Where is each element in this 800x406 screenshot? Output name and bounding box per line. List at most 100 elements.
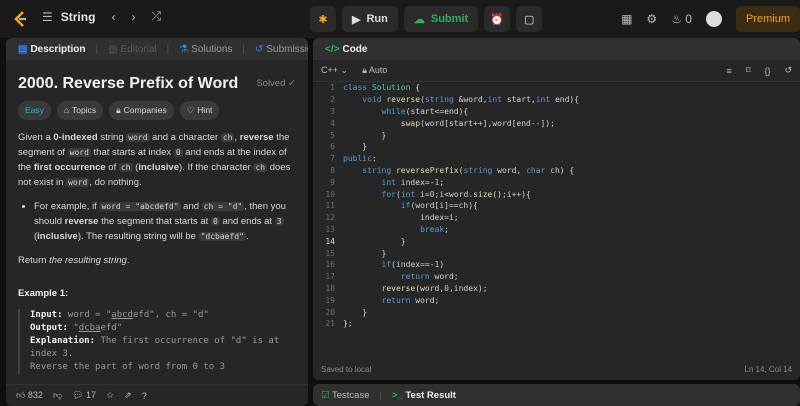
code-line[interactable]: 21}; [313, 318, 800, 330]
next-problem-icon[interactable]: › [131, 10, 135, 24]
code-line[interactable]: 13 break; [313, 224, 800, 236]
comments-button[interactable]: 💬︎ 17 [72, 390, 96, 401]
format-icon[interactable]: ≡ [727, 66, 732, 76]
topics-badge[interactable]: ⌂ Topics [56, 101, 104, 120]
problem-title-row: 2000. Reverse Prefix of Word Solved ✓ [18, 75, 296, 92]
code-line[interactable]: 10 for(int i=0;i<word.size();i++){ [313, 188, 800, 200]
tab-divider: | [379, 389, 382, 401]
code-line[interactable]: 19 return word; [313, 294, 800, 306]
code-line[interactable]: 1 class Solution { [313, 82, 800, 94]
submit-button[interactable]: ☁ Submit [403, 6, 479, 32]
inline-code: 0 [173, 148, 183, 157]
example-input: Input: word = "abcdefd", ch = "d" [30, 309, 296, 322]
debug-button[interactable]: ✱ [310, 6, 336, 32]
leetcode-logo-icon[interactable] [12, 10, 30, 28]
like-count: 832 [27, 390, 43, 400]
text: For example, if [34, 201, 100, 212]
code-line[interactable]: 16 if(index==-1) [313, 259, 800, 271]
text: and a character [149, 132, 221, 143]
code-line[interactable]: 12 index=i; [313, 212, 800, 224]
code-line[interactable]: 2 void reverse(string &word,int start,in… [313, 94, 800, 106]
settings-icon[interactable]: ⚙ [646, 12, 657, 26]
description-list: For example, if word = "abcdefd" and ch … [28, 199, 296, 244]
text: efd" [100, 323, 123, 333]
avatar[interactable] [705, 11, 722, 27]
problem-title: 2000. Reverse Prefix of Word [18, 75, 239, 92]
code-text: class Solution { [343, 83, 421, 93]
code-line[interactable]: 4 swap(word[start++],word[end--]); [313, 117, 800, 129]
code-line[interactable]: 11 if(word[i]==ch){ [313, 200, 800, 212]
auto-toggle[interactable]: 🔒︎ Auto [362, 65, 387, 76]
code-text: } [343, 130, 387, 140]
list-icon[interactable]: ☰ [42, 10, 53, 24]
run-button[interactable]: ▶ Run [342, 6, 398, 32]
example-output: Output: "dcbaefd" [30, 322, 296, 335]
shuffle-icon[interactable]: ⤮ [151, 9, 161, 24]
auto-label: Auto [368, 65, 388, 75]
code-editor[interactable]: 1 class Solution {2 void reverse(string &… [313, 82, 800, 337]
solutions-icon: ⚗ [179, 43, 189, 55]
timer-button[interactable]: ⏰ [484, 6, 511, 32]
badge-label: Topics [72, 105, 97, 115]
submissions-icon: ↺ [255, 43, 264, 55]
terminal-icon: >_ [391, 389, 403, 401]
tab-editorial[interactable]: ▥ Editorial [104, 44, 161, 55]
tab-solutions[interactable]: ⚗ Solutions [175, 44, 236, 55]
notes-button[interactable]: ▢ [516, 6, 543, 32]
code-line[interactable]: 20 } [313, 306, 800, 318]
list-item: For example, if word = "abcdefd" and ch … [34, 199, 296, 244]
language-label: C++ [321, 65, 339, 75]
help-icon[interactable]: ? [142, 391, 147, 401]
chevron-down-icon: ⌄ [340, 65, 349, 75]
description-footer: 👍︎ 832 👎︎ 💬︎ 17 ☆ ⇗ ? [6, 384, 308, 406]
line-number: 14 [325, 236, 335, 246]
star-icon[interactable]: ☆ [106, 390, 114, 401]
braces-icon[interactable]: {} [764, 66, 770, 76]
hint-badge[interactable]: ♡ Hint [179, 101, 220, 120]
code-line[interactable]: 7 public: [313, 153, 800, 165]
tab-testcase[interactable]: ☑ Testcase [321, 390, 370, 401]
line-number: 18 [325, 283, 335, 293]
tab-label: Test Result [405, 389, 456, 401]
like-button[interactable]: 👍︎ 832 [16, 390, 43, 401]
language-select[interactable]: C++ ⌄ [321, 65, 348, 76]
code-line[interactable]: 17 return word; [313, 271, 800, 283]
share-icon[interactable]: ⇗ [124, 390, 132, 401]
bookmark-icon[interactable]: ⌑ [746, 65, 751, 76]
example-explanation-more: Reverse the part of word from 0 to 3 [30, 362, 226, 372]
prev-problem-icon[interactable]: ‹ [111, 10, 115, 24]
inline-code: word [66, 178, 90, 187]
code-line[interactable]: 6 } [313, 141, 800, 153]
reset-icon[interactable]: ↺ [784, 65, 792, 76]
code-line[interactable]: 5 } [313, 129, 800, 141]
code-line[interactable]: 9 int index=-1; [313, 176, 800, 188]
streak[interactable]: ♨ 0 [671, 12, 692, 26]
code-line[interactable]: 8 string reversePrefix(string word, char… [313, 165, 800, 177]
line-number: 17 [325, 272, 335, 282]
code-line[interactable]: 18 reverse(word,0,index); [313, 283, 800, 295]
companies-badge[interactable]: 🔒︎ Companies [109, 101, 174, 120]
text: inclusive [37, 231, 78, 242]
code-text: } [343, 142, 368, 152]
bug-icon: ✱ [318, 13, 328, 26]
dislike-icon[interactable]: 👎︎ [53, 390, 62, 401]
text: , do nothing. [89, 177, 142, 188]
code-text: for(int i=0;i<word.size();i++){ [381, 189, 531, 199]
layout-icon[interactable]: ▦ [621, 12, 632, 26]
code-line[interactable]: 14 } [313, 235, 800, 247]
cloud-upload-icon: ☁ [413, 13, 425, 26]
tab-code[interactable]: </> Code [321, 44, 371, 55]
tab-submissions[interactable]: ↺ Submissions [251, 44, 308, 55]
code-line[interactable]: 15 } [313, 247, 800, 259]
tab-test-result[interactable]: >_ Test Result [392, 390, 456, 401]
problem-list-label[interactable]: String [61, 10, 96, 24]
streak-count: 0 [685, 12, 692, 26]
premium-button[interactable]: Premium [735, 6, 800, 32]
console-tabs: ☑ Testcase | >_ Test Result [313, 384, 800, 406]
example-heading: Example 1: [18, 288, 69, 299]
inline-code: ch [220, 133, 235, 142]
code-line[interactable]: 3 while(start<=end){ [313, 106, 800, 118]
badge-label: Hint [197, 105, 213, 115]
tab-description[interactable]: ▤ Description [14, 44, 89, 55]
text: ). If the character [179, 162, 254, 173]
